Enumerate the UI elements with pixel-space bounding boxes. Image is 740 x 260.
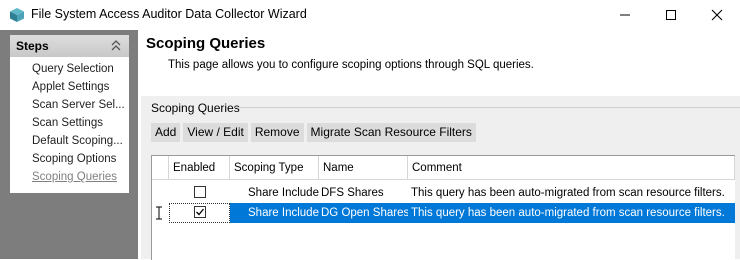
checkmark-icon	[196, 208, 205, 216]
group-label: Scoping Queries	[151, 101, 240, 115]
column-header-name[interactable]: Name	[319, 156, 408, 180]
title-bar: File System Access Auditor Data Collecto…	[0, 0, 740, 30]
page-description: This page allows you to configure scopin…	[168, 59, 534, 71]
app-cube-icon	[10, 8, 24, 22]
migrate-filters-button[interactable]: Migrate Scan Resource Filters	[306, 123, 476, 142]
table-row[interactable]: Share Include DFS Shares This query has …	[152, 183, 735, 203]
remove-button[interactable]: Remove	[250, 123, 304, 142]
column-header-scoping-type[interactable]: Scoping Type	[230, 156, 319, 180]
step-scan-server-selection[interactable]: Scan Server Sel...	[32, 99, 125, 111]
minimize-button[interactable]	[602, 0, 648, 30]
row-header-corner	[152, 156, 169, 180]
column-header-comment[interactable]: Comment	[408, 156, 735, 180]
queries-grid: Enabled Scoping Type Name Comment Share …	[151, 155, 735, 260]
steps-panel: Steps Query Selection Applet Settings Sc…	[10, 35, 129, 193]
group-divider	[235, 107, 740, 108]
window-title: File System Access Auditor Data Collecto…	[31, 7, 307, 21]
step-applet-settings[interactable]: Applet Settings	[32, 81, 109, 93]
steps-header[interactable]: Steps	[10, 35, 129, 57]
close-button[interactable]	[694, 0, 740, 30]
step-scoping-queries[interactable]: Scoping Queries	[32, 171, 117, 183]
left-pane: Steps Query Selection Applet Settings Sc…	[0, 30, 138, 259]
maximize-button[interactable]	[648, 0, 694, 30]
column-header-enabled[interactable]: Enabled	[169, 156, 230, 180]
text-cursor-icon	[156, 206, 162, 220]
maximize-icon	[666, 10, 676, 20]
steps-title: Steps	[16, 39, 49, 53]
comment-cell: This query has been auto-migrated from s…	[408, 203, 735, 223]
step-scan-settings[interactable]: Scan Settings	[32, 117, 103, 129]
table-row-selected[interactable]: Share Include DG Open Shares This query …	[152, 203, 735, 223]
name-cell: DG Open Shares	[319, 203, 408, 223]
step-query-selection[interactable]: Query Selection	[32, 63, 114, 75]
toolbar: Add View / Edit Remove Migrate Scan Reso…	[151, 123, 476, 142]
enabled-cell[interactable]	[169, 203, 230, 223]
name-cell: DFS Shares	[321, 187, 384, 199]
add-button[interactable]: Add	[151, 123, 181, 142]
collapse-chevron-icon[interactable]	[110, 39, 122, 53]
enabled-checkbox[interactable]	[194, 186, 206, 198]
scoping-type-cell: Share Include	[248, 187, 319, 199]
step-default-scoping[interactable]: Default Scoping...	[32, 135, 123, 147]
content-area: Scoping Queries Add View / Edit Remove M…	[141, 96, 740, 260]
view-edit-button[interactable]: View / Edit	[183, 123, 248, 142]
comment-cell: This query has been auto-migrated from s…	[411, 187, 725, 199]
close-icon	[711, 9, 723, 21]
scoping-type-cell: Share Include	[230, 203, 319, 223]
enabled-checkbox[interactable]	[194, 206, 206, 218]
page-title: Scoping Queries	[146, 35, 266, 52]
minimize-icon	[620, 14, 630, 16]
enabled-cell[interactable]	[169, 183, 230, 203]
step-scoping-options[interactable]: Scoping Options	[32, 153, 116, 165]
